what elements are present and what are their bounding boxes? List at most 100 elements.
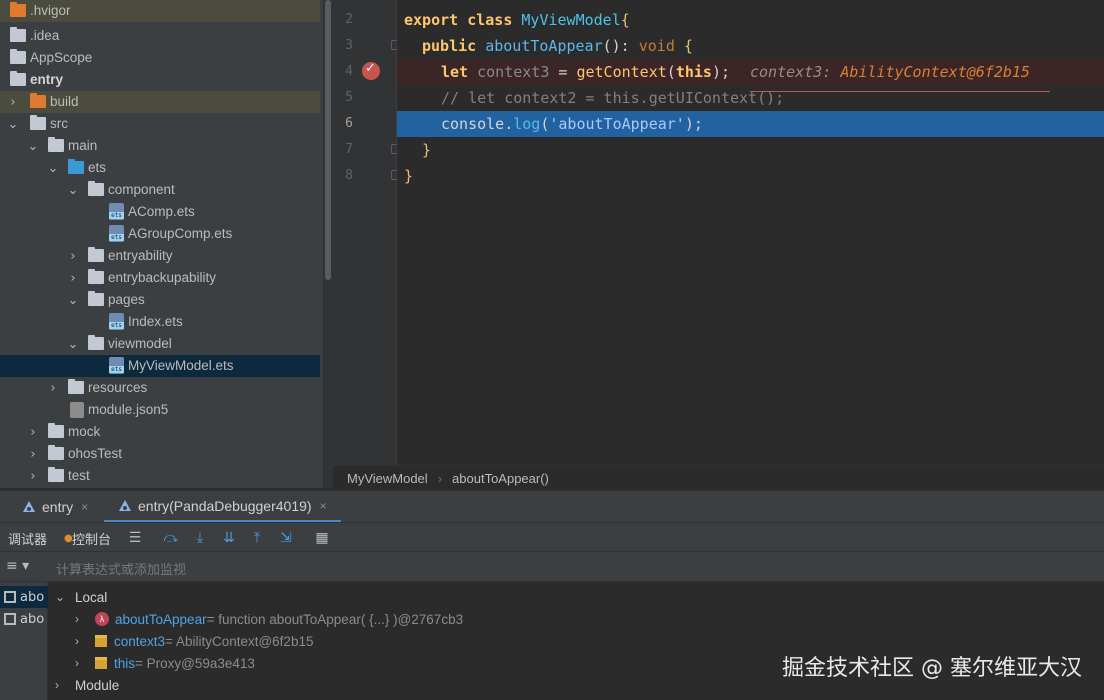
chevron-right-icon[interactable]: › [8,95,18,110]
watch-expression-input[interactable]: 计算表达式或添加监视 [56,559,186,578]
close-icon[interactable]: × [320,499,327,513]
tree-item-entrybackupability[interactable]: › entrybackupability [0,267,320,289]
tab-entry-pandadebugger[interactable]: entry(PandaDebugger4019) × [104,491,341,523]
chevron-right-icon[interactable]: › [28,447,38,462]
tree-item-agroupcomp[interactable]: AGroupComp.ets [0,223,320,245]
inline-value-underline [750,91,1050,92]
tree-item-acomp[interactable]: AComp.ets [0,201,320,223]
chevron-down-icon[interactable]: ⌄ [68,293,79,308]
breadcrumb-separator-icon: › [437,470,443,486]
tree-item-pages[interactable]: ⌄ pages [0,289,320,311]
breadcrumb-item[interactable]: MyViewModel [333,471,428,486]
chevron-right-icon[interactable]: › [75,612,79,626]
variables-panel: ⌄ Local › λ aboutToAppear = function abo… [49,582,1104,700]
line-number: 4 [345,64,353,79]
local-scope-row[interactable]: ⌄ Local [55,586,107,608]
debugger-tab[interactable]: 调试器 [8,529,47,548]
tree-item-ohostest[interactable]: › ohosTest [0,443,320,465]
line-number: 2 [345,12,353,27]
force-step-into-icon[interactable]: ⇊ [220,529,238,547]
frame-item[interactable]: abo [0,608,48,630]
chevron-right-icon[interactable]: › [75,656,79,670]
tree-item-label: resources [88,380,148,395]
frame-label: abo [20,589,45,605]
close-icon[interactable]: × [81,500,88,514]
chevron-down-icon[interactable]: ⌄ [48,161,59,176]
step-over-icon[interactable]: ⤼ [162,529,180,547]
code-line-5: // let context2 = this.getUIContext(); [397,85,1104,111]
chevron-down-icon[interactable]: ⌄ [55,590,65,604]
tree-item-src[interactable]: ⌄ src [0,113,320,135]
tree-item-module-json5[interactable]: module.json5 [0,399,320,421]
scrollbar-thumb[interactable] [325,0,331,280]
function-icon: λ [95,612,109,626]
variable-row[interactable]: › context3 = AbilityContext@6f2b15 [75,630,313,652]
variable-row[interactable]: › this = Proxy@59a3e413 [75,652,255,674]
run-to-cursor-icon[interactable]: ⇲ [277,529,295,547]
module-scope-row[interactable]: › Module [55,674,119,696]
code-line-2: export class MyViewModel{ [397,7,1104,33]
tree-item-label: .idea [30,28,60,43]
variable-row[interactable]: › λ aboutToAppear = function aboutToAppe… [75,608,463,630]
chevron-right-icon[interactable]: › [68,271,78,286]
folder-icon [48,445,64,460]
chevron-right-icon[interactable]: › [28,425,38,440]
tree-item-build[interactable]: › build [0,91,320,113]
code-line-8: } [397,163,1104,189]
frames-menu-icon[interactable]: ≡ ▾ [6,558,29,574]
tree-item-idea[interactable]: .idea [0,25,320,47]
chevron-right-icon[interactable]: › [48,381,58,396]
tree-item-test[interactable]: › test [0,465,320,487]
inline-debug-value: AbilityContext@6f2b15 [840,63,1030,81]
console-tab[interactable]: 控制台 [72,529,111,548]
chevron-right-icon[interactable]: › [75,634,79,648]
chevron-down-icon[interactable]: ⌄ [68,337,79,352]
tree-scrollbar[interactable] [323,0,333,488]
frame-label: abo [20,611,45,627]
tree-item-hvigor[interactable]: .hvigor [0,0,320,22]
step-out-icon[interactable]: ⤒ [248,529,266,547]
folder-orange-icon [30,93,46,108]
chevron-right-icon[interactable]: › [68,249,78,264]
code-token: } [422,141,432,159]
chevron-down-icon[interactable]: ⌄ [28,139,39,154]
tree-item-component[interactable]: ⌄ component [0,179,320,201]
tree-item-mock[interactable]: › mock [0,421,320,443]
debug-tab-bar: entry × entry(PandaDebugger4019) × [0,490,1104,523]
code-editor[interactable]: export class MyViewModel{ public aboutTo… [397,0,1104,465]
tree-item-appscope[interactable]: AppScope [0,47,320,69]
code-token: let [441,63,478,81]
tree-item-main[interactable]: ⌄ main [0,135,320,157]
code-token: . [504,115,514,133]
code-token: ); [711,63,730,81]
frame-item[interactable]: abo [0,586,48,608]
tree-item-entry[interactable]: entry [0,69,320,91]
breadcrumb-item[interactable]: aboutToAppear() [442,471,549,486]
frames-icon[interactable]: ☰ [126,529,144,547]
folder-icon [30,115,46,130]
tree-item-entryability[interactable]: › entryability [0,245,320,267]
tree-item-resources[interactable]: › resources [0,377,320,399]
code-token: console [441,115,505,133]
tree-item-index[interactable]: Index.ets [0,311,320,333]
tree-item-myviewmodel[interactable]: MyViewModel.ets [0,355,320,377]
code-token: 'aboutToAppear' [549,115,685,133]
tree-item-viewmodel[interactable]: ⌄ viewmodel [0,333,320,355]
code-token: } [404,167,414,185]
tree-item-ets[interactable]: ⌄ ets [0,157,320,179]
run-config-icon [119,499,131,511]
tree-item-label: test [68,468,90,483]
tree-item-label: ets [88,160,107,175]
chevron-right-icon[interactable]: › [55,678,59,692]
chevron-down-icon[interactable]: ⌄ [8,117,19,132]
evaluate-icon[interactable]: ▦ [313,529,331,547]
chevron-down-icon[interactable]: ⌄ [68,183,79,198]
step-into-icon[interactable]: ⤓ [191,529,209,547]
line-number: 8 [345,168,353,183]
breakpoint-icon[interactable] [362,61,380,80]
code-token: getContext [576,63,667,81]
chevron-right-icon[interactable]: › [28,469,38,484]
tab-entry[interactable]: entry × [22,491,88,523]
line-number: 7 [345,142,353,157]
frame-icon [4,613,16,625]
